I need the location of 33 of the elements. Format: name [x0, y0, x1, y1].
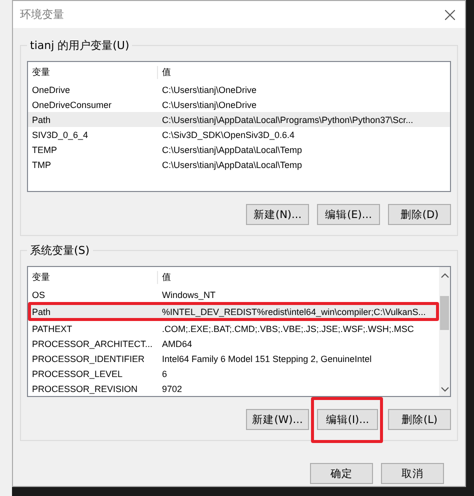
table-row[interactable]: SIV3D_0_6_4 C:\Siv3D_SDK\OpenSiv3D_0.6.4	[28, 127, 450, 142]
close-icon[interactable]	[445, 10, 455, 20]
group-label: tianj 的用户变量(U)	[27, 38, 132, 53]
table-row[interactable]: PATHEXT .COM;.EXE;.BAT;.CMD;.VBS;.VBE;.JS;.JSE;.WSF;.WSH;.MSC	[28, 321, 439, 336]
table-row[interactable]: PROCESSOR_LEVEL 6	[28, 366, 439, 381]
column-header[interactable]: 变量	[28, 66, 158, 78]
table-row[interactable]: Path %INTEL_DEV_REDIST%redist\intel64_win\compiler;C:\VulkanS...	[28, 302, 439, 321]
table-row[interactable]: OS Windows_NT	[28, 287, 439, 302]
table-row[interactable]: OneDriveConsumer C:\Users\tianj\OneDrive	[28, 97, 450, 112]
scrollbar[interactable]	[439, 267, 450, 396]
column-header[interactable]: 值	[158, 270, 439, 284]
scroll-up-icon[interactable]	[440, 273, 448, 278]
button[interactable]: 编辑(I)...	[311, 397, 383, 443]
scroll-down-icon[interactable]	[440, 387, 448, 392]
table-row[interactable]: Path C:\Users\tianj\AppData\Local\Programs\Python\Python37\Scr...	[28, 112, 450, 127]
table-row[interactable]: OneDrive C:\Users\tianj\OneDrive	[28, 82, 450, 97]
table-row[interactable]: PROCESSOR_ARCHITECT... AMD64	[28, 336, 439, 351]
button[interactable]: 删除(D)	[388, 204, 451, 225]
table-row[interactable]: PROCESSOR_REVISION 9702	[28, 381, 439, 396]
button[interactable]: 新建(W)...	[246, 409, 309, 430]
group-label: 系统变量(S)	[27, 243, 93, 258]
button[interactable]: 确定	[310, 463, 373, 484]
column-header[interactable]: 变量	[28, 270, 158, 284]
button[interactable]: 取消	[381, 463, 444, 484]
table-row[interactable]: PROCESSOR_IDENTIFIER Intel64 Family 6 Model 151 Stepping 2, GenuineIntel	[28, 351, 439, 366]
table-row[interactable]: TEMP C:\Users\tianj\AppData\Local\Temp	[28, 142, 450, 157]
button[interactable]: 新建(N)...	[246, 204, 309, 225]
button[interactable]: 删除(L)	[388, 409, 451, 430]
scroll-thumb[interactable]	[440, 296, 449, 330]
window-title: 环境变量	[20, 7, 64, 22]
button[interactable]: 编辑(E)...	[317, 204, 380, 225]
table-row[interactable]: TMP C:\Users\tianj\AppData\Local\Temp	[28, 157, 450, 172]
column-header[interactable]: 值	[158, 66, 450, 78]
